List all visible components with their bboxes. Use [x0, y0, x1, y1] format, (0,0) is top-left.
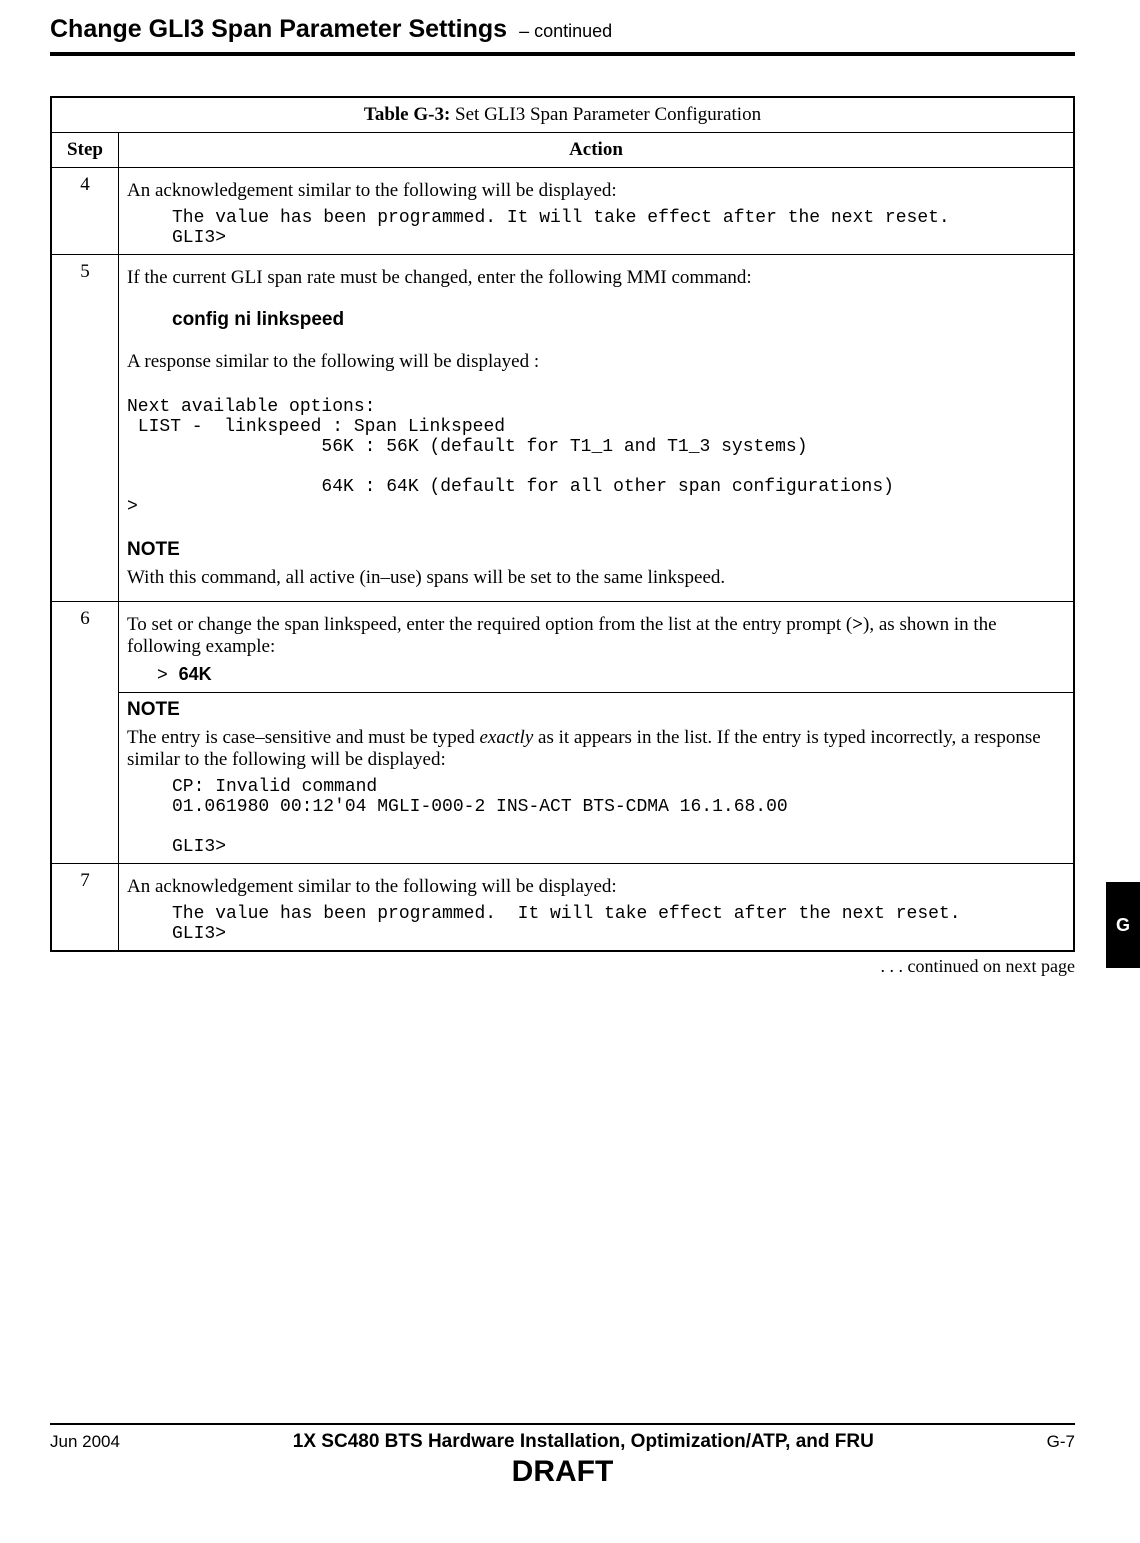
table-row: 6 To set or change the span linkspeed, e… [51, 602, 1074, 693]
footer-date: Jun 2004 [50, 1432, 120, 1452]
step-action: To set or change the span linkspeed, ent… [119, 602, 1075, 693]
caption-label: Table G-3: [364, 104, 450, 125]
step-action: If the current GLI span rate must be cha… [119, 255, 1075, 602]
footer-page: G-7 [1047, 1432, 1075, 1452]
side-tab: G [1106, 882, 1140, 968]
intro-text: An acknowledgement similar to the follow… [127, 876, 1065, 898]
step-num: 5 [51, 255, 119, 602]
command-text: config ni linkspeed [172, 309, 1065, 331]
continued-label: – continued [519, 21, 612, 42]
footer-title: 1X SC480 BTS Hardware Installation, Opti… [120, 1431, 1047, 1453]
table-row: 7 An acknowledgement similar to the foll… [51, 864, 1074, 952]
page-title: Change GLI3 Span Parameter Settings [50, 15, 507, 44]
continued-note: . . . continued on next page [50, 956, 1075, 977]
code-block: CP: Invalid command 01.061980 00:12'04 M… [172, 777, 1065, 857]
note-label: NOTE [127, 539, 1065, 561]
table-caption: Table G-3: Set GLI3 Span Parameter Confi… [51, 97, 1074, 133]
config-table: Table G-3: Set GLI3 Span Parameter Confi… [50, 96, 1075, 952]
caption-text: Set GLI3 Span Parameter Configuration [450, 104, 761, 125]
step-num: 4 [51, 168, 119, 255]
intro-text: To set or change the span linkspeed, ent… [127, 614, 1065, 658]
page-header: Change GLI3 Span Parameter Settings – co… [50, 15, 1075, 56]
code-block: Next available options: LIST - linkspeed… [127, 397, 1065, 517]
step-action: An acknowledgement similar to the follow… [119, 864, 1075, 952]
step-num: 6 [51, 602, 119, 864]
col-action: Action [119, 133, 1075, 168]
intro-text: If the current GLI span rate must be cha… [127, 267, 1065, 289]
col-step: Step [51, 133, 119, 168]
response-intro: A response similar to the following will… [127, 351, 1065, 373]
code-block: The value has been programmed. It will t… [172, 904, 1065, 944]
note-label: NOTE [127, 699, 1065, 721]
table-row: 5 If the current GLI span rate must be c… [51, 255, 1074, 602]
footer: Jun 2004 1X SC480 BTS Hardware Installat… [50, 1423, 1075, 1489]
tab-letter: G [1106, 910, 1140, 940]
code-block: The value has been programmed. It will t… [172, 208, 1065, 248]
note-text: With this command, all active (in–use) s… [127, 567, 1065, 589]
step-num: 7 [51, 864, 119, 952]
prompt-value: 64K [179, 664, 212, 684]
draft-watermark: DRAFT [50, 1455, 1075, 1489]
table-row: 4 An acknowledgement similar to the foll… [51, 168, 1074, 255]
prompt-symbol: > [157, 666, 179, 686]
note-text: The entry is case–sensitive and must be … [127, 727, 1065, 771]
table-row: NOTE The entry is case–sensitive and mus… [51, 693, 1074, 864]
step-note: NOTE The entry is case–sensitive and mus… [119, 693, 1075, 864]
prompt-example: > 64K [157, 664, 1065, 686]
step-action: An acknowledgement similar to the follow… [119, 168, 1075, 255]
intro-text: An acknowledgement similar to the follow… [127, 180, 1065, 202]
